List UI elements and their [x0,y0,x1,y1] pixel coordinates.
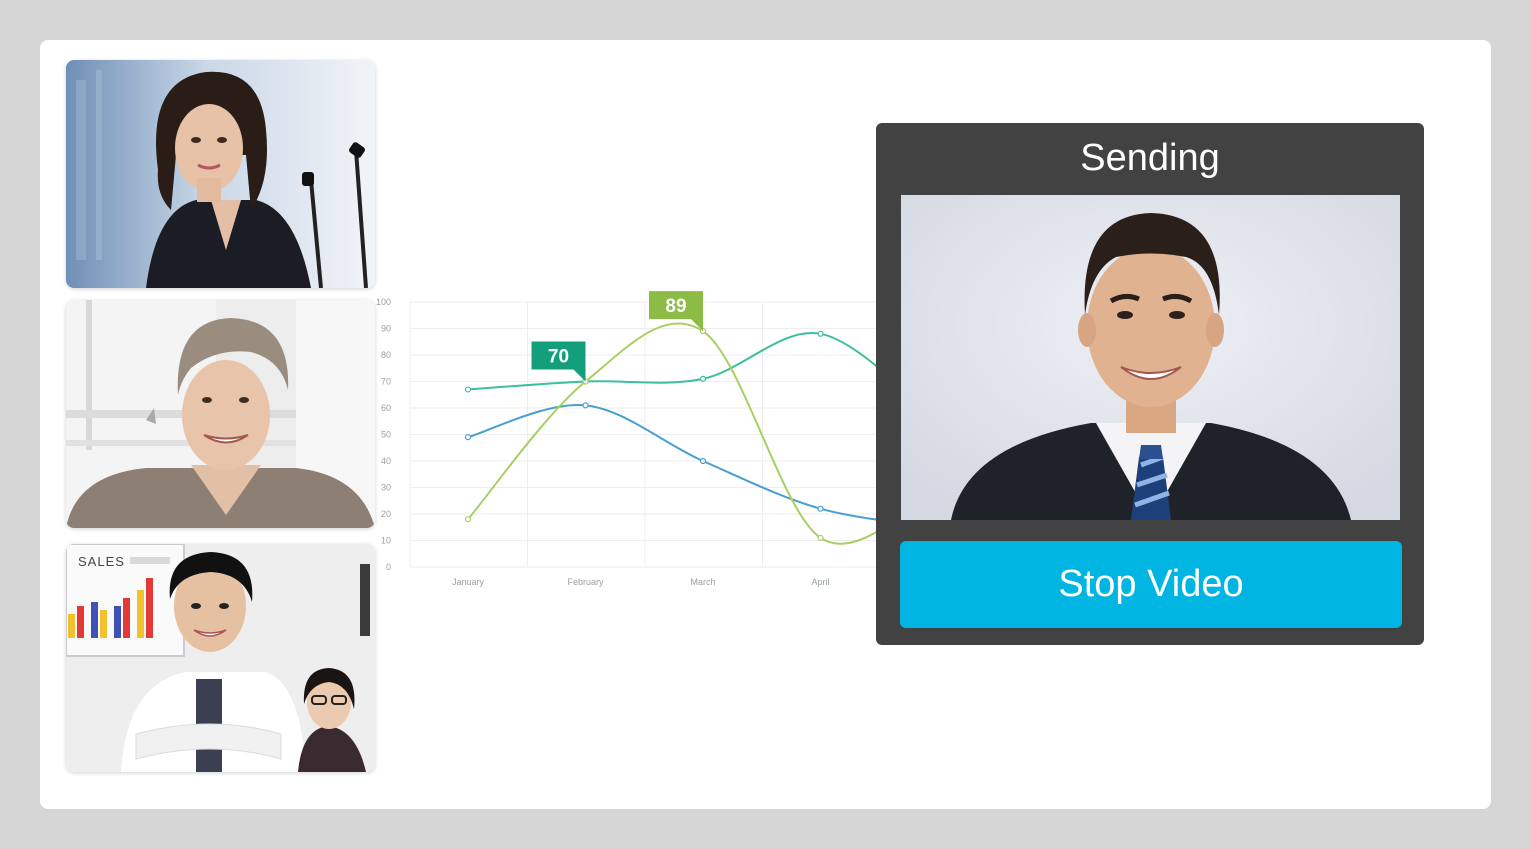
series-point [817,330,824,337]
series-point [699,375,707,382]
participant-video-1[interactable] [66,60,375,288]
series-point [699,457,707,465]
conference-stage: SALES 0 10 20 30 40 50 60 70 80 90 100 J… [40,40,1491,809]
y-tick-label: 40 [381,456,391,466]
sending-video-panel: Sending Stop Video [876,123,1424,645]
y-tick-label: 30 [381,483,391,493]
panel-title: Sending [1080,137,1220,179]
y-tick-label: 100 [376,297,391,307]
series-point [582,402,589,409]
x-tick-label: January [452,577,485,587]
stop-video-button[interactable]: Stop Video [900,541,1402,628]
whiteboard-label: SALES [78,554,125,569]
x-tick-label: April [811,577,829,587]
y-tick-label: 70 [381,377,391,387]
self-video-preview [901,195,1400,520]
y-tick-label: 20 [381,509,391,519]
series-point [464,434,472,441]
series-point [464,386,472,393]
annotation-label: 70 [548,347,569,368]
participant-1-image [66,60,375,288]
series-point [817,505,824,512]
participant-2-image [66,300,375,528]
y-tick-label: 50 [381,430,391,440]
series-point [817,534,824,541]
line-chart-svg: 0 10 20 30 40 50 60 70 80 90 100 January February Mar… [376,291,895,587]
x-tick-label: March [690,577,715,587]
y-tick-label: 0 [386,562,391,572]
y-tick-label: 90 [381,324,391,334]
series-point [464,516,472,523]
annotation-label: 89 [665,296,686,317]
y-tick-label: 60 [381,403,391,413]
x-tick-label: February [567,577,604,587]
y-tick-label: 80 [381,350,391,360]
participant-video-2[interactable] [66,300,375,528]
participant-3-image: SALES [66,544,375,772]
y-tick-label: 10 [381,536,391,546]
participant-video-3[interactable]: SALES [66,544,375,772]
series-line-2 [467,404,895,524]
line-chart: 0 10 20 30 40 50 60 70 80 90 100 January February Mar… [375,290,895,590]
self-video-image [901,195,1400,520]
